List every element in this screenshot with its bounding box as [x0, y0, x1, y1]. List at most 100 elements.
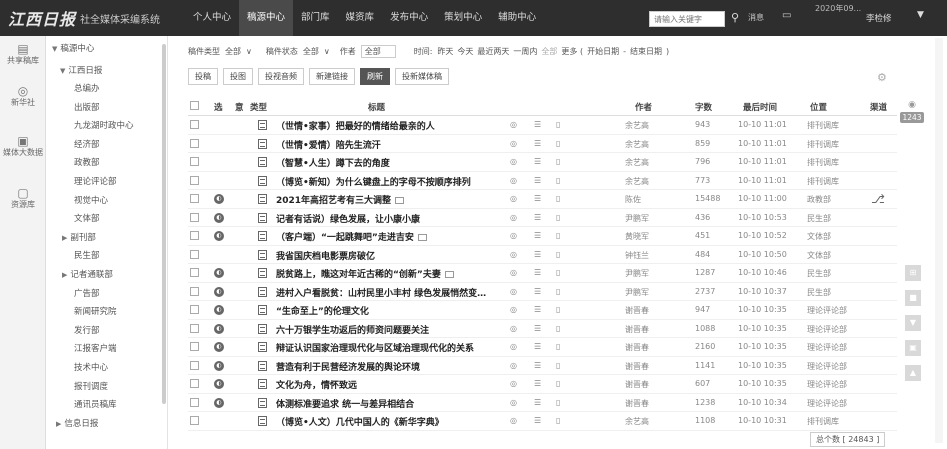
- row-checkbox[interactable]: [190, 342, 199, 351]
- time-option[interactable]: 今天: [457, 47, 473, 56]
- row-title-text[interactable]: （博览•人文）几代中国人的《新华字典》: [276, 418, 444, 428]
- tree-item[interactable]: 视觉中心: [74, 194, 108, 206]
- list-icon[interactable]: ☰: [534, 342, 541, 351]
- bookmark-icon[interactable]: ▯: [556, 250, 560, 259]
- column-time[interactable]: 最后时间: [743, 101, 777, 113]
- bookmark-icon[interactable]: ▯: [556, 139, 560, 148]
- toolbar-button[interactable]: 投视音频: [258, 68, 304, 85]
- search-icon[interactable]: ⚲: [727, 10, 743, 26]
- row-title-text[interactable]: 我省国庆档电影票房破亿: [276, 252, 375, 262]
- caret-down-icon[interactable]: ▼: [52, 45, 57, 53]
- bookmark-icon[interactable]: ▯: [556, 213, 560, 222]
- table-row[interactable]: （世情•家事）把最好的情绪给最亲的人 ◎ ☰ ▯ 余艺高 943 10-10 11:01 排刊…: [188, 116, 897, 135]
- row-title-text[interactable]: 进村入户看脱贫：山村民里小丰村 绿色发展悄然变…: [276, 289, 486, 299]
- row-title-text[interactable]: （世情•家事）把最好的情绪给最亲的人: [276, 122, 435, 132]
- list-icon[interactable]: ☰: [534, 231, 541, 240]
- tree-item[interactable]: 报刊调度: [74, 380, 108, 392]
- tree-item[interactable]: 出版部: [74, 101, 100, 113]
- row-title[interactable]: （博览•新知）为什么键盘上的字母不按顺序排列: [276, 175, 511, 188]
- row-checkbox[interactable]: [190, 212, 199, 222]
- row-checkbox[interactable]: [190, 305, 199, 314]
- tree-item[interactable]: ▶ 信息日报: [56, 417, 98, 429]
- lock-icon[interactable]: ◐: [214, 268, 224, 278]
- time-option[interactable]: ): [666, 47, 669, 56]
- table-row[interactable]: （世情•爱情）陪先生流汗 ◎ ☰ ▯ 余艺高 859 10-10 11:01 排刊调库: [188, 135, 897, 153]
- toolbar-button[interactable]: 投稿: [188, 68, 218, 85]
- time-option[interactable]: -: [623, 47, 626, 56]
- time-option[interactable]: 更多 (: [561, 47, 583, 56]
- list-icon[interactable]: ☰: [534, 416, 541, 425]
- list-icon[interactable]: ☰: [534, 176, 541, 185]
- row-checkbox[interactable]: [190, 138, 199, 148]
- table-row[interactable]: ◐ 辩证认识国家治理现代化与区域治理现代化的关系 ◎ ☰ ▯ 谢晋春 2160 10-10 1…: [188, 338, 897, 357]
- time-option[interactable]: 昨天: [437, 47, 453, 56]
- eye-icon[interactable]: ◎: [510, 287, 517, 296]
- table-row[interactable]: ◐ 文化为舟，情怀致远 ◎ ☰ ▯ 谢晋春 607 10-10 10:35 理论评论部: [188, 375, 897, 394]
- caret-down-icon[interactable]: ▼: [60, 67, 65, 75]
- list-icon[interactable]: ☰: [534, 157, 541, 166]
- tree-item[interactable]: 九龙湖时政中心: [74, 119, 134, 131]
- toolbar-button[interactable]: 新建链接: [309, 68, 355, 85]
- bookmark-icon[interactable]: ▯: [556, 305, 560, 314]
- select-all-checkbox[interactable]: [190, 101, 199, 110]
- tree-root[interactable]: ▼ 稿源中心: [52, 42, 94, 54]
- topnav-item[interactable]: 稿源中心: [239, 0, 294, 36]
- topnav-item[interactable]: 辅助中心: [490, 0, 544, 36]
- tree-item[interactable]: ▶ 记者通联部: [62, 268, 113, 280]
- row-checkbox[interactable]: [190, 175, 199, 185]
- gear-icon[interactable]: ⚙: [877, 71, 887, 84]
- list-icon[interactable]: ☰: [534, 213, 541, 222]
- row-title[interactable]: 营造有利于民营经济发展的舆论环境: [276, 360, 511, 373]
- lock-icon[interactable]: ◐: [214, 305, 224, 315]
- time-option[interactable]: 一周内: [513, 47, 537, 56]
- topnav-item[interactable]: 发布中心: [382, 0, 436, 36]
- chevron-down-icon[interactable]: ∨: [324, 47, 330, 56]
- list-icon[interactable]: ☰: [534, 139, 541, 148]
- lock-icon[interactable]: ◐: [214, 212, 224, 223]
- row-title-text[interactable]: 体测标准要追求 统一与差异相结合: [276, 400, 414, 410]
- row-title-text[interactable]: 脱贫路上，瞧这对年近古稀的“创新”夫妻: [276, 270, 441, 280]
- row-checkbox[interactable]: [190, 416, 199, 425]
- row-title-text[interactable]: （博览•新知）为什么键盘上的字母不按顺序排列: [276, 178, 471, 188]
- leftbar-item[interactable]: ▣ 媒体大数据: [0, 134, 46, 158]
- row-checkbox[interactable]: [190, 379, 199, 388]
- row-title-text[interactable]: （世情•爱情）陪先生流汗: [276, 141, 381, 151]
- row-checkbox[interactable]: [190, 360, 199, 370]
- eye-icon[interactable]: ◎: [510, 379, 517, 388]
- row-title[interactable]: （世情•家事）把最好的情绪给最亲的人: [276, 119, 511, 132]
- table-row[interactable]: 我省国庆档电影票房破亿 ◎ ☰ ▯ 钟钰兰 484 10-10 10:50 文体部: [188, 246, 897, 264]
- table-row[interactable]: ◐ 记者有话说）绿色发展，让小康小康 ◎ ☰ ▯ 尹鹏军 436 10-10 10:53 民生部: [188, 209, 897, 227]
- bookmark-icon[interactable]: ▯: [556, 342, 560, 351]
- row-title[interactable]: 辩证认识国家治理现代化与区域治理现代化的关系: [276, 341, 511, 354]
- row-title[interactable]: 记者有话说）绿色发展，让小康小康: [276, 212, 511, 225]
- lock-icon[interactable]: ◐: [214, 397, 224, 408]
- row-checkbox[interactable]: [190, 157, 199, 166]
- eye-icon[interactable]: ◎: [510, 194, 517, 203]
- bookmark-icon[interactable]: ▯: [556, 361, 560, 370]
- row-title[interactable]: （博览•人文）几代中国人的《新华字典》: [276, 415, 511, 428]
- row-checkbox[interactable]: [190, 120, 199, 129]
- eye-icon[interactable]: ◎: [510, 231, 517, 240]
- eye-icon[interactable]: ◎: [510, 324, 517, 333]
- bookmark-icon[interactable]: ▯: [556, 194, 560, 203]
- row-checkbox[interactable]: [190, 231, 199, 240]
- list-icon[interactable]: ☰: [534, 398, 541, 407]
- row-title[interactable]: （世情•爱情）陪先生流汗: [276, 138, 511, 151]
- tree-item[interactable]: 发行部: [74, 324, 100, 336]
- chevron-down-icon[interactable]: ▼: [917, 10, 924, 20]
- topnav-item[interactable]: 媒资库: [338, 0, 383, 36]
- bookmark-icon[interactable]: ▯: [556, 176, 560, 185]
- row-title[interactable]: 进村入户看脱贫：山村民里小丰村 绿色发展悄然变…: [276, 286, 511, 299]
- topnav-item[interactable]: 个人中心: [185, 0, 239, 36]
- leftbar-item[interactable]: ▤ 共享稿库: [0, 42, 46, 66]
- row-title-text[interactable]: 六十万银学生功返后的师资问题要关注: [276, 326, 429, 336]
- column-words[interactable]: 字数: [695, 101, 712, 113]
- toolbar-button[interactable]: 刷新: [360, 68, 390, 85]
- lock-icon[interactable]: ◐: [214, 360, 224, 371]
- row-title-text[interactable]: 辩证认识国家治理现代化与区域治理现代化的关系: [276, 344, 474, 354]
- topnav-item[interactable]: 策划中心: [436, 0, 490, 36]
- eye-icon[interactable]: ◎: [510, 398, 517, 407]
- row-title-text[interactable]: 2021年高招艺考有三大调整: [276, 196, 391, 206]
- row-title-text[interactable]: （客户端）“一起跳舞吧”走进吉安: [276, 233, 414, 243]
- table-row[interactable]: ◐ 营造有利于民营经济发展的舆论环境 ◎ ☰ ▯ 谢晋春 1141 10-10 10:35 理论…: [188, 357, 897, 375]
